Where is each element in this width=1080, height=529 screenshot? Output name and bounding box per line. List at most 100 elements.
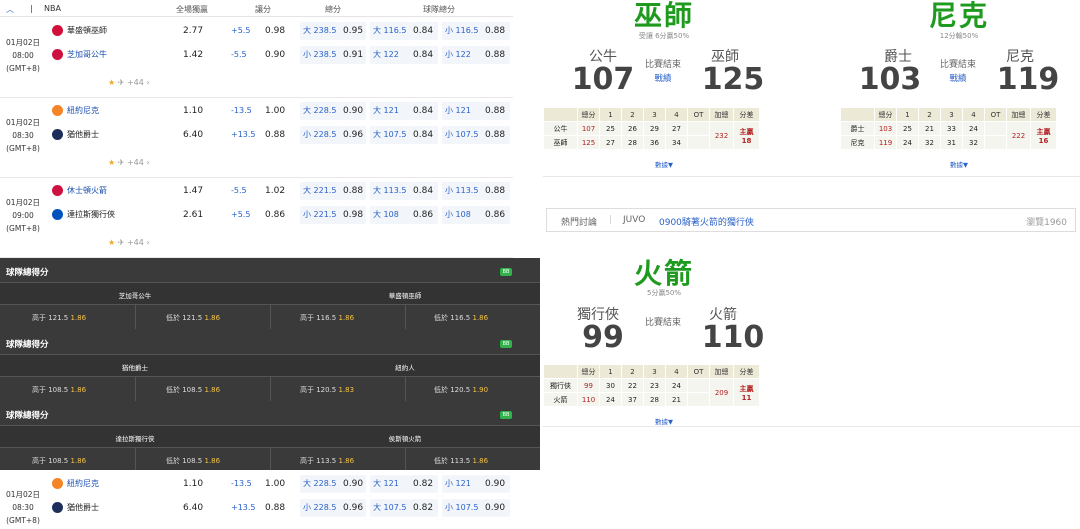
odds-tt-under[interactable]: 小 121: [442, 475, 482, 493]
odds-tt-under[interactable]: 小 116.5: [442, 22, 482, 40]
favorite-star-icon[interactable]: ★: [108, 78, 115, 87]
odds-ml[interactable]: 1.10: [180, 475, 210, 493]
odds-tt-over-odds[interactable]: 0.84: [410, 126, 438, 144]
odds-total-odds[interactable]: 0.91: [340, 46, 366, 64]
odds-total[interactable]: 大 228.5: [300, 475, 340, 493]
pin-icon[interactable]: ✈: [118, 158, 125, 167]
record-link[interactable]: 戰績: [928, 72, 988, 86]
odds-tt-under[interactable]: 小 122: [442, 46, 482, 64]
over-under-option[interactable]: 低於 108.5 1.86: [166, 385, 220, 395]
collapse-icon[interactable]: ︿: [6, 4, 14, 15]
odds-tt-over[interactable]: 大 113.5: [370, 182, 410, 200]
odds-hcap[interactable]: +13.5: [228, 499, 258, 517]
more-markets[interactable]: ★ ✈ +44 ›: [108, 78, 150, 87]
odds-tt-under[interactable]: 小 113.5: [442, 182, 482, 200]
odds-tt-over[interactable]: 大 107.5: [370, 499, 410, 517]
odds-ml[interactable]: 6.40: [180, 126, 210, 144]
odds-total-odds[interactable]: 0.95: [340, 22, 366, 40]
odds-tt-over[interactable]: 大 108: [370, 206, 410, 224]
over-under-option[interactable]: 高于 108.5 1.86: [32, 385, 86, 395]
odds-tt-under[interactable]: 小 121: [442, 102, 482, 120]
team-name[interactable]: 達拉斯獨行俠: [52, 209, 115, 220]
more-markets[interactable]: ★ ✈ +44 ›: [108, 238, 150, 247]
more-count[interactable]: +44: [127, 238, 144, 247]
odds-total-odds[interactable]: 0.88: [340, 182, 366, 200]
odds-tt-over-odds[interactable]: 0.84: [410, 102, 438, 120]
odds-hcap[interactable]: -13.5: [228, 475, 258, 493]
odds-tt-under-odds[interactable]: 0.88: [482, 182, 510, 200]
odds-total[interactable]: 小 238.5: [300, 46, 340, 64]
more-count[interactable]: +44: [127, 78, 144, 87]
odds-tt-over-odds[interactable]: 0.84: [410, 22, 438, 40]
odds-total[interactable]: 小 228.5: [300, 499, 340, 517]
team-name[interactable]: 休士頓火箭: [52, 185, 107, 196]
odds-hcap-odds[interactable]: 1.02: [262, 182, 290, 200]
odds-tt-under-odds[interactable]: 0.88: [482, 126, 510, 144]
odds-hcap-odds[interactable]: 0.90: [262, 46, 290, 64]
odds-hcap-odds[interactable]: 0.98: [262, 22, 290, 40]
odds-hcap[interactable]: -5.5: [228, 182, 258, 200]
over-under-option[interactable]: 低於 120.5 1.90: [434, 385, 488, 395]
over-under-option[interactable]: 高于 116.5 1.86: [300, 313, 354, 323]
odds-hcap[interactable]: -13.5: [228, 102, 258, 120]
odds-total[interactable]: 大 228.5: [300, 102, 340, 120]
odds-hcap-odds[interactable]: 0.86: [262, 206, 290, 224]
over-under-option[interactable]: 低於 108.5 1.86: [166, 456, 220, 466]
over-under-option[interactable]: 低於 121.5 1.86: [166, 313, 220, 323]
odds-hcap-odds[interactable]: 0.88: [262, 126, 290, 144]
more-data-link[interactable]: 數據▼: [838, 159, 1080, 169]
more-data-link[interactable]: 數據▼: [543, 416, 785, 426]
over-under-option[interactable]: 高于 120.5 1.83: [300, 385, 354, 395]
favorite-star-icon[interactable]: ★: [108, 238, 115, 247]
odds-tt-over[interactable]: 大 121: [370, 102, 410, 120]
odds-tt-over-odds[interactable]: 0.82: [410, 499, 438, 517]
odds-total[interactable]: 大 221.5: [300, 182, 340, 200]
over-under-option[interactable]: 低於 116.5 1.86: [434, 313, 488, 323]
odds-ml[interactable]: 6.40: [180, 499, 210, 517]
over-under-option[interactable]: 高于 108.5 1.86: [32, 456, 86, 466]
pin-icon[interactable]: ✈: [118, 78, 125, 87]
odds-hcap[interactable]: +13.5: [228, 126, 258, 144]
odds-tt-under-odds[interactable]: 0.88: [482, 46, 510, 64]
odds-tt-under[interactable]: 小 107.5: [442, 499, 482, 517]
over-under-option[interactable]: 低於 113.5 1.86: [434, 456, 488, 466]
odds-tt-under-odds[interactable]: 0.90: [482, 475, 510, 493]
odds-tt-over-odds[interactable]: 0.84: [410, 182, 438, 200]
odds-ml[interactable]: 1.10: [180, 102, 210, 120]
odds-ml[interactable]: 2.61: [180, 206, 210, 224]
over-under-option[interactable]: 高于 121.5 1.86: [32, 313, 86, 323]
odds-tt-over-odds[interactable]: 0.82: [410, 475, 438, 493]
odds-total[interactable]: 小 221.5: [300, 206, 340, 224]
odds-tt-under-odds[interactable]: 0.88: [482, 102, 510, 120]
odds-ml[interactable]: 1.42: [180, 46, 210, 64]
hot-discussion-bar[interactable]: 熱門討論 | JUVO 0900騎著火箭的獨行俠 瀏覽1960: [546, 208, 1076, 232]
odds-tt-over-odds[interactable]: 0.86: [410, 206, 438, 224]
team-name[interactable]: 猶他爵士: [52, 502, 99, 513]
team-name[interactable]: 華盛頓巫師: [52, 25, 107, 36]
odds-tt-under-odds[interactable]: 0.90: [482, 499, 510, 517]
odds-tt-over-odds[interactable]: 0.84: [410, 46, 438, 64]
favorite-star-icon[interactable]: ★: [108, 158, 115, 167]
team-name[interactable]: 紐約尼克: [52, 105, 99, 116]
odds-total[interactable]: 大 238.5: [300, 22, 340, 40]
odds-tt-under[interactable]: 小 107.5: [442, 126, 482, 144]
record-link[interactable]: 戰績: [633, 72, 693, 86]
odds-tt-under-odds[interactable]: 0.86: [482, 206, 510, 224]
more-markets[interactable]: ★ ✈ +44 ›: [108, 158, 150, 167]
odds-tt-over[interactable]: 大 121: [370, 475, 410, 493]
odds-ml[interactable]: 1.47: [180, 182, 210, 200]
odds-tt-over[interactable]: 大 116.5: [370, 22, 410, 40]
odds-hcap[interactable]: -5.5: [228, 46, 258, 64]
pin-icon[interactable]: ✈: [118, 238, 125, 247]
odds-total-odds[interactable]: 0.90: [340, 102, 366, 120]
over-under-option[interactable]: 高于 113.5 1.86: [300, 456, 354, 466]
odds-total-odds[interactable]: 0.90: [340, 475, 366, 493]
odds-total[interactable]: 小 228.5: [300, 126, 340, 144]
odds-tt-under-odds[interactable]: 0.88: [482, 22, 510, 40]
more-data-link[interactable]: 數據▼: [543, 159, 785, 169]
team-name[interactable]: 芝加哥公牛: [52, 49, 107, 60]
odds-tt-over[interactable]: 大 122: [370, 46, 410, 64]
odds-tt-over[interactable]: 大 107.5: [370, 126, 410, 144]
more-count[interactable]: +44: [127, 158, 144, 167]
odds-hcap[interactable]: +5.5: [228, 206, 258, 224]
